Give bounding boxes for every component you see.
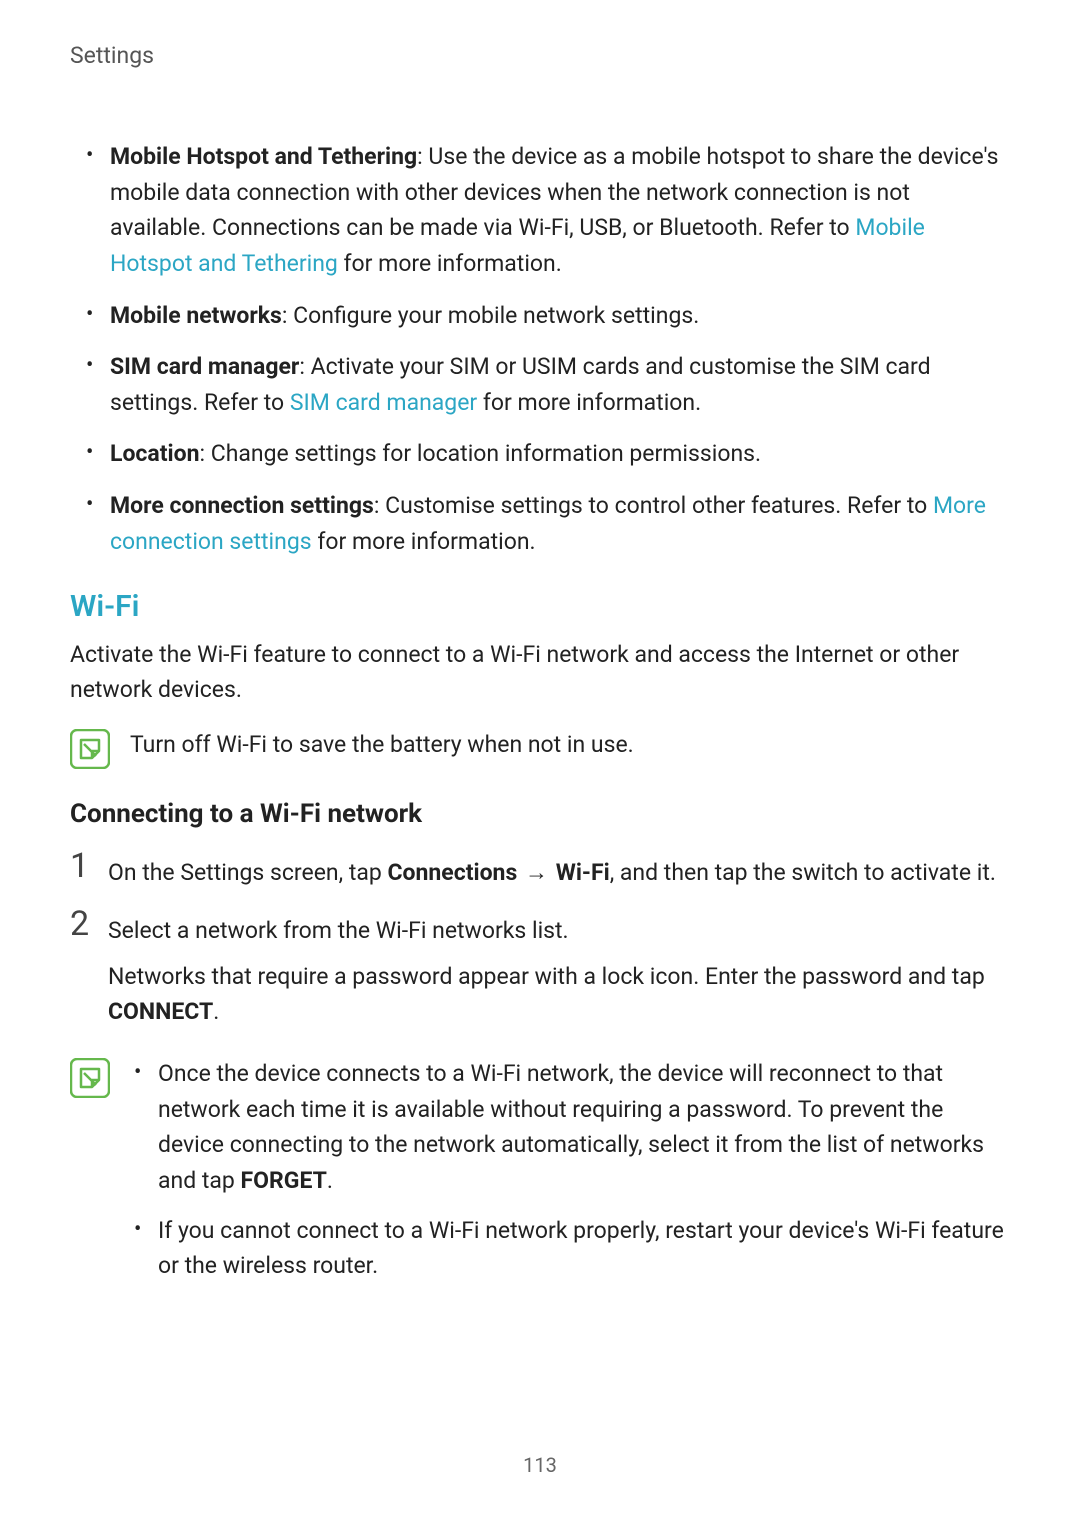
step1-bold1: Connections — [387, 859, 517, 886]
list-item: Once the device connects to a Wi-Fi netw… — [130, 1056, 1010, 1199]
item-text: : Customise settings to control other fe… — [374, 492, 933, 519]
note-block-2: Once the device connects to a Wi-Fi netw… — [70, 1056, 1010, 1298]
item-bold: More connection settings — [110, 492, 374, 519]
document-page: Settings Mobile Hotspot and Tethering: U… — [0, 0, 1080, 1527]
step1-post: , and then tap the switch to activate it… — [610, 859, 996, 886]
note2-forget-bold: FORGET — [241, 1167, 327, 1194]
note-text: Turn off Wi-Fi to save the battery when … — [130, 727, 1010, 763]
list-item: More connection settings: Customise sett… — [70, 488, 1010, 559]
item-tail: for more information. — [312, 528, 536, 555]
item-tail: for more information. — [338, 250, 562, 277]
list-item: SIM card manager: Activate your SIM or U… — [70, 349, 1010, 420]
note-bullet-list: Once the device connects to a Wi-Fi netw… — [130, 1056, 1010, 1284]
step2-line2-pre: Networks that require a password appear … — [108, 963, 985, 990]
step2-connect-bold: CONNECT — [108, 998, 213, 1025]
item-bold: Mobile networks — [110, 302, 282, 329]
step-1: 1 On the Settings screen, tap Connection… — [70, 849, 1010, 891]
item-text: : Configure your mobile network settings… — [282, 302, 699, 329]
bullet-list: Mobile Hotspot and Tethering: Use the de… — [70, 139, 1010, 559]
note-text: Once the device connects to a Wi-Fi netw… — [130, 1056, 1010, 1298]
note2-item1-post: . — [327, 1167, 333, 1194]
arrow-icon: → — [517, 859, 555, 886]
subsection-heading: Connecting to a Wi-Fi network — [70, 799, 1010, 829]
list-item: Mobile Hotspot and Tethering: Use the de… — [70, 139, 1010, 282]
list-item: Mobile networks: Configure your mobile n… — [70, 298, 1010, 334]
item-bold: Mobile Hotspot and Tethering — [110, 143, 417, 170]
section-intro: Activate the Wi-Fi feature to connect to… — [70, 638, 1010, 707]
step-text: On the Settings screen, tap Connections … — [108, 849, 1010, 891]
link-sim-card-manager[interactable]: SIM card manager — [290, 389, 477, 416]
step1-bold2: Wi-Fi — [556, 859, 610, 886]
step-text: Select a network from the Wi-Fi networks… — [108, 907, 1010, 1040]
list-item: If you cannot connect to a Wi-Fi network… — [130, 1213, 1010, 1284]
step-number: 1 — [70, 849, 108, 883]
step1-pre: On the Settings screen, tap — [108, 859, 387, 886]
step-number: 2 — [70, 907, 108, 941]
item-tail: for more information. — [477, 389, 701, 416]
list-item: Location: Change settings for location i… — [70, 436, 1010, 472]
page-number: 113 — [0, 1453, 1080, 1477]
item-bold: SIM card manager — [110, 353, 299, 380]
note-icon — [70, 729, 110, 769]
step2-line2-post: . — [213, 998, 219, 1025]
step-2: 2 Select a network from the Wi-Fi networ… — [70, 907, 1010, 1040]
item-text: : Change settings for location informati… — [199, 440, 761, 467]
section-heading-wifi: Wi-Fi — [70, 589, 1010, 624]
step2-line2: Networks that require a password appear … — [108, 959, 1010, 1030]
step2-line1: Select a network from the Wi-Fi networks… — [108, 913, 1010, 949]
note-block: Turn off Wi-Fi to save the battery when … — [70, 727, 1010, 769]
breadcrumb: Settings — [70, 42, 1010, 69]
note-icon — [70, 1058, 110, 1098]
item-bold: Location — [110, 440, 199, 467]
